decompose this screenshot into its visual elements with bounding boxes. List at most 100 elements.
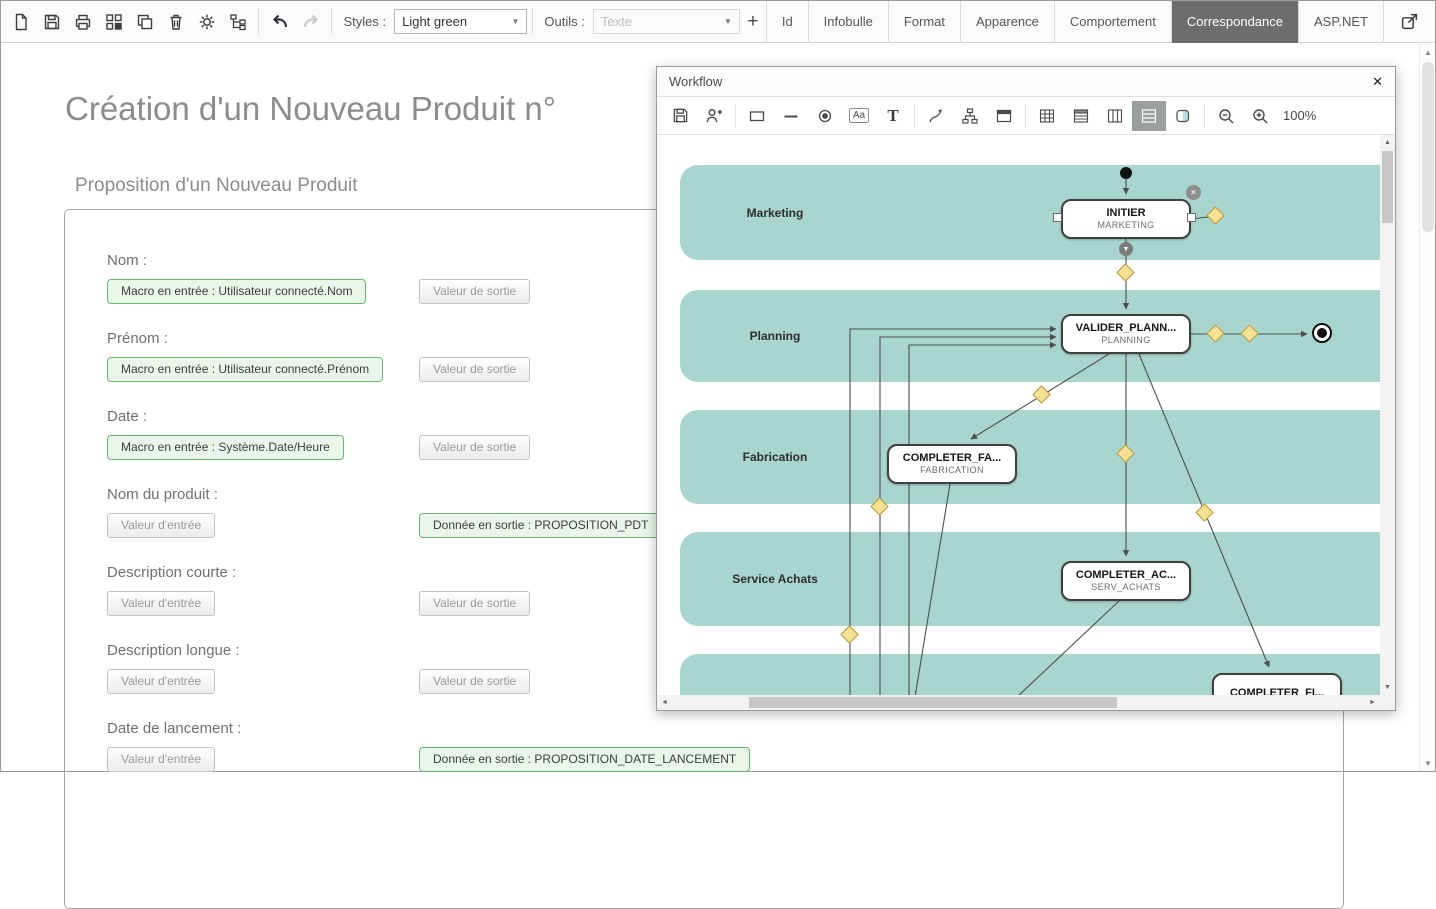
delete-node-badge[interactable]: ✕ [1186, 185, 1201, 200]
wf-save-button[interactable] [663, 101, 697, 131]
tab-correspondance[interactable]: Correspondance [1171, 1, 1298, 43]
input-mapping-button[interactable]: Macro en entrée : Système.Date/Heure [107, 435, 344, 460]
scroll-down-arrow[interactable]: ▼ [1380, 680, 1395, 695]
swimlane-planning[interactable]: Planning [680, 290, 1380, 382]
output-mapping-button[interactable]: Valeur de sortie [419, 669, 530, 694]
wf-swimlane-tool[interactable] [1132, 101, 1166, 131]
wf-text-tool[interactable]: T [876, 101, 910, 131]
wf-table-columns-tool[interactable] [1098, 101, 1132, 131]
output-mapping-button[interactable]: Donnée en sortie : PROPOSITION_DATE_LANC… [419, 747, 750, 772]
wf-table-rows-tool[interactable] [1064, 101, 1098, 131]
input-mapping-button[interactable]: Valeur d'entrée [107, 513, 215, 538]
wf-zoom-in-button[interactable] [1243, 101, 1277, 131]
delete-button[interactable] [160, 4, 191, 40]
tab-apparence[interactable]: Apparence [960, 1, 1054, 43]
scroll-down-arrow[interactable]: ▼ [1420, 755, 1436, 771]
workflow-horizontal-scrollbar[interactable]: ◄ ► [657, 695, 1380, 710]
scroll-up-arrow[interactable]: ▲ [1420, 44, 1436, 60]
workflow-vertical-scrollbar[interactable]: ▲ ▼ [1380, 135, 1395, 695]
wf-line-tool[interactable] [774, 101, 808, 131]
redo-button[interactable] [295, 4, 326, 40]
workflow-canvas[interactable]: Marketing Planning Fabrication Service A… [657, 135, 1380, 695]
undo-button[interactable] [264, 4, 295, 40]
chevron-down-icon: ▼ [511, 17, 519, 26]
tab-comportement[interactable]: Comportement [1054, 1, 1171, 43]
output-mapping-button[interactable]: Valeur de sortie [419, 357, 530, 382]
start-node[interactable] [1120, 167, 1132, 179]
add-actor-icon [705, 107, 723, 125]
main-scrollbar[interactable]: ▲ ▼ [1419, 44, 1435, 771]
output-mapping-button[interactable]: Valeur de sortie [419, 591, 530, 616]
node-completer-fi[interactable]: COMPLETER_FI... [1212, 673, 1342, 695]
add-tool-button[interactable]: + [740, 5, 766, 39]
swimlane-service-achats[interactable]: Service Achats [680, 532, 1380, 626]
wf-rounded-panel-tool[interactable] [1166, 101, 1200, 131]
expand-button[interactable] [1394, 4, 1425, 40]
wf-header-panel-tool[interactable] [987, 101, 1021, 131]
close-icon[interactable]: ✕ [1372, 74, 1383, 90]
scroll-right-arrow[interactable]: ► [1365, 695, 1380, 710]
new-document-button[interactable] [5, 4, 36, 40]
input-mapping-button[interactable]: Macro en entrée : Utilisateur connecté.N… [107, 279, 366, 304]
form-field-date-lancement: Date de lancement : Valeur d'entrée Donn… [107, 720, 1343, 772]
output-mapping-button[interactable]: Valeur de sortie [419, 279, 530, 304]
rounded-panel-icon [1174, 107, 1192, 125]
new-document-icon [12, 13, 30, 31]
rectangle-icon [748, 107, 766, 125]
decision-diamond[interactable] [1116, 263, 1134, 281]
input-mapping-button[interactable]: Valeur d'entrée [107, 669, 215, 694]
swimlane-icon [1140, 107, 1158, 125]
input-mapping-button[interactable]: Valeur d'entrée [107, 591, 215, 616]
copy-button[interactable] [129, 4, 160, 40]
tools-dropdown[interactable]: Texte ▼ [593, 9, 740, 34]
toolbar-separator [1204, 104, 1205, 128]
wf-connector-tool[interactable] [919, 101, 953, 131]
end-node[interactable] [1312, 323, 1332, 343]
input-mapping-button[interactable]: Macro en entrée : Utilisateur connecté.P… [107, 357, 383, 382]
tree-view-button[interactable] [222, 4, 253, 40]
tools-dropdown-placeholder: Texte [601, 14, 632, 29]
wf-small-text-tool[interactable]: Aa [842, 101, 876, 131]
swimlane-fabrication[interactable]: Fabrication [680, 410, 1380, 504]
scrollbar-thumb[interactable] [1382, 151, 1393, 223]
node-valider-planning[interactable]: VALIDER_PLANN... PLANNING [1061, 314, 1191, 354]
node-completer-achats[interactable]: COMPLETER_AC... SERV_ACHATS [1061, 561, 1191, 601]
output-mapping-button[interactable]: Donnée en sortie : PROPOSITION_PDT [419, 513, 662, 538]
main-scrollbar-thumb[interactable] [1422, 62, 1434, 232]
selection-handle[interactable] [1053, 213, 1062, 222]
settings-button[interactable] [191, 4, 222, 40]
node-subtitle: FABRICATION [920, 465, 984, 476]
decision-diamond[interactable] [1195, 503, 1213, 521]
selection-handle[interactable] [1187, 213, 1196, 222]
scroll-up-arrow[interactable]: ▲ [1380, 135, 1395, 150]
node-initier[interactable]: INITIER MARKETING [1061, 199, 1191, 239]
styles-dropdown[interactable]: Light green ▼ [394, 9, 527, 34]
text-icon: T [887, 106, 898, 126]
scroll-left-arrow[interactable]: ◄ [657, 695, 672, 710]
decision-diamond[interactable] [840, 625, 858, 643]
tab-aspnet[interactable]: ASP.NET [1298, 1, 1384, 43]
input-mapping-button[interactable]: Valeur d'entrée [107, 747, 215, 772]
tab-id[interactable]: Id [766, 1, 808, 43]
toolbar-separator [532, 9, 533, 35]
output-mapping-button[interactable]: Valeur de sortie [419, 435, 530, 460]
save-button[interactable] [36, 4, 67, 40]
scrollbar-thumb[interactable] [749, 697, 1117, 708]
wf-add-actor-button[interactable] [697, 101, 731, 131]
swimlane-marketing[interactable]: Marketing [680, 165, 1380, 260]
wf-radio-tool[interactable] [808, 101, 842, 131]
modules-icon [105, 13, 123, 31]
wf-table-tool[interactable] [1030, 101, 1064, 131]
line-icon [782, 107, 800, 125]
modules-button[interactable] [98, 4, 129, 40]
workflow-titlebar[interactable]: Workflow ✕ [657, 67, 1395, 97]
wf-zoom-out-button[interactable] [1209, 101, 1243, 131]
tab-format[interactable]: Format [888, 1, 960, 43]
wf-rectangle-tool[interactable] [740, 101, 774, 131]
print-button[interactable] [67, 4, 98, 40]
tab-infobulle[interactable]: Infobulle [808, 1, 888, 43]
node-completer-fabrication[interactable]: COMPLETER_FA... FABRICATION [887, 444, 1017, 484]
wf-hierarchy-tool[interactable] [953, 101, 987, 131]
decision-diamond[interactable] [1032, 385, 1050, 403]
add-transition-handle[interactable]: ▼ [1119, 242, 1133, 256]
